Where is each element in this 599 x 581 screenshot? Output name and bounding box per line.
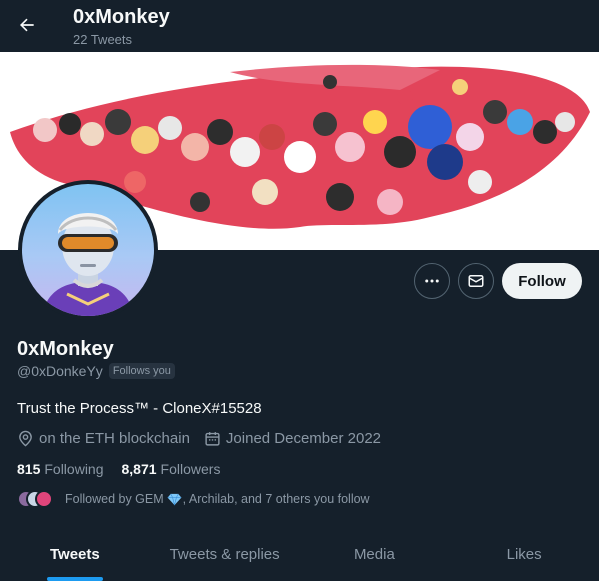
tab-label: Tweets (50, 546, 100, 563)
followed-by-avatars (17, 490, 55, 508)
followed-by-row[interactable]: Followed by GEM , Archilab, and 7 others… (17, 490, 370, 508)
tab-media[interactable]: Media (300, 528, 450, 581)
handle-row: @0xDonkeYy Follows you (17, 363, 175, 379)
tweet-count: 22 Tweets (73, 32, 133, 47)
joined-text: Joined December 2022 (225, 430, 382, 447)
tab-label: Media (353, 546, 395, 563)
back-button[interactable] (10, 8, 44, 42)
header-title: 0xMonkey (73, 6, 170, 28)
location-text: on the ETH blockchain (39, 430, 190, 447)
joined-item: Joined December 2022 (204, 430, 381, 447)
profile-avatar[interactable] (18, 180, 158, 320)
following-count: 815 (17, 461, 41, 477)
arrow-left-icon (20, 18, 34, 32)
profile-header: 0xMonkey 22 Tweets (0, 0, 599, 52)
follows-you-badge: Follows you (108, 363, 175, 379)
more-horizontal-icon (425, 279, 439, 283)
location-pin-icon (19, 430, 32, 447)
profile-bio: Trust the Process™ - CloneX#15528 (17, 400, 262, 417)
followed-by-suffix: , Archilab, and 7 others you follow (182, 492, 370, 506)
active-tab-indicator (46, 577, 103, 581)
follow-stats: 815 Following 8,871 Followers (17, 461, 220, 477)
follow-button[interactable]: Follow (502, 263, 582, 299)
tab-tweets-replies[interactable]: Tweets & replies (150, 528, 300, 581)
location-item: on the ETH blockchain (17, 430, 190, 447)
more-button[interactable] (414, 263, 450, 299)
profile-name: 0xMonkey (17, 338, 114, 360)
followers-label: Followers (160, 461, 221, 477)
avatar-illustration (42, 213, 134, 316)
tab-likes[interactable]: Likes (449, 528, 599, 581)
mini-avatar (35, 490, 53, 508)
tab-label: Likes (506, 546, 542, 563)
profile-meta: on the ETH blockchain Joined December 20… (17, 430, 395, 447)
followers-link[interactable]: 8,871 Followers (122, 461, 221, 477)
profile-tabs: Tweets Tweets & replies Media Likes (0, 528, 599, 581)
following-link[interactable]: 815 Following (17, 461, 104, 477)
message-button[interactable] (458, 263, 494, 299)
tab-tweets[interactable]: Tweets (0, 528, 150, 581)
gem-icon (167, 493, 182, 505)
following-label: Following (44, 461, 104, 477)
envelope-icon (468, 275, 484, 287)
tab-label: Tweets & replies (169, 546, 280, 563)
calendar-icon (205, 432, 220, 446)
profile-handle: @0xDonkeYy (17, 363, 103, 379)
followed-by-prefix: Followed by GEM (65, 492, 164, 506)
followers-count: 8,871 (121, 461, 157, 477)
